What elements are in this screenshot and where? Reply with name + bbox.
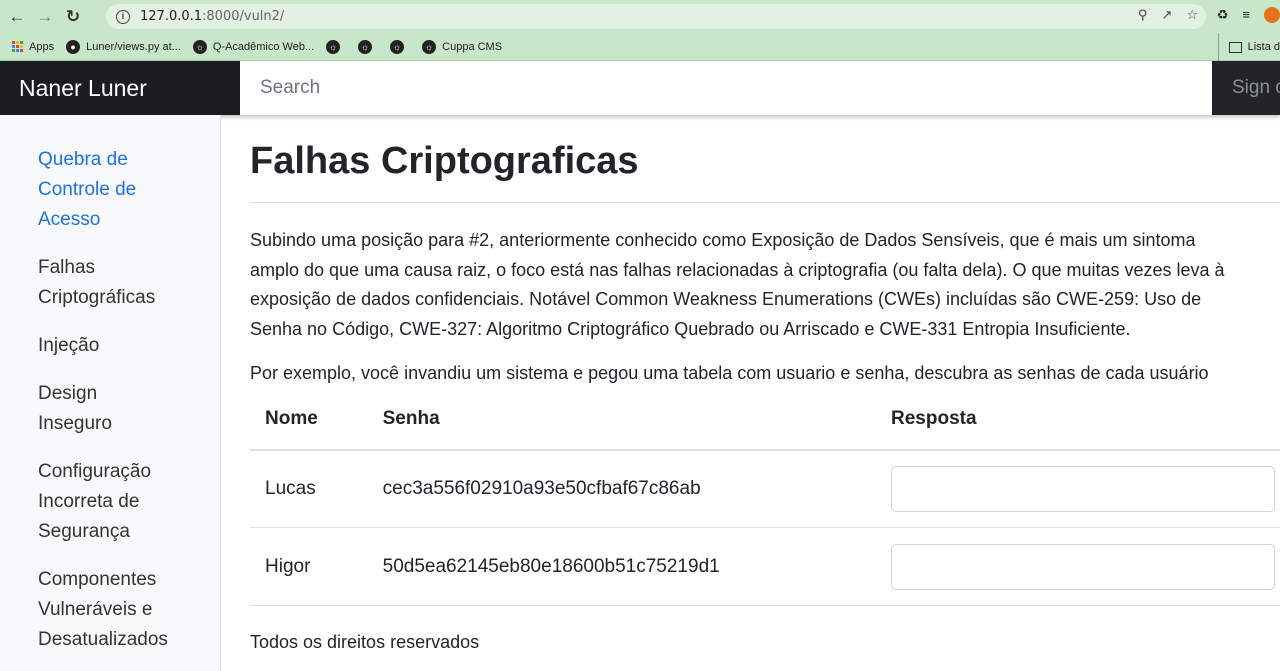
browser-toolbar: ← → ↻ i 127.0.0.1:8000/vuln2/ ⚲ ↗ ☆ ♻ ≡ [0,0,1280,33]
globe-icon: ☼ [422,39,437,54]
profile-avatar[interactable] [1264,7,1280,23]
bookmark-apps[interactable]: Apps [12,41,54,53]
cell-senha-hash: 50d5ea62145eb80e18600b51c75219d1 [367,527,876,606]
star-icon[interactable]: ☆ [1186,7,1198,23]
apps-grid-icon [12,41,23,52]
bookmarks-bar: Apps ● Luner/views.py at... ☼ Q-Acadêmic… [0,33,1280,61]
credentials-table: Nome Senha Resposta Lucas cec3a556f02910… [250,388,1280,606]
globe-icon: ☼ [358,39,373,54]
page-title: Falhas Criptograficas [250,140,639,182]
column-header-nome: Nome [250,388,368,451]
table-row: Lucas cec3a556f02910a93e50cfbaf67c86ab [250,449,1280,528]
reading-list[interactable]: Lista d [1217,33,1280,61]
main-content: Falhas Criptograficas Subindo uma posiçã… [250,115,1280,671]
sidebar-item-componentes-vulneraveis[interactable]: Componentes Vulneráveis e Desatualizados [0,565,220,655]
globe-icon: ☼ [390,39,405,54]
answer-input-higor[interactable] [891,543,1275,590]
search-input[interactable] [240,61,1212,115]
table-row: Higor 50d5ea62145eb80e18600b51c75219d1 [250,527,1280,606]
media-icon[interactable]: ≡ [1242,7,1250,23]
bookmark-cuppa-cms[interactable]: ☼ Cuppa CMS [422,39,502,54]
column-header-senha: Senha [367,388,876,451]
cell-resposta [876,449,1280,528]
description-paragraph: Subindo uma posição para #2, anteriormen… [250,230,1225,339]
back-icon[interactable]: ← [6,6,28,28]
sidebar-item-quebra-controle-acesso[interactable]: Quebra de Controle de Acesso [0,145,220,235]
reload-icon[interactable]: ↻ [62,6,84,28]
cell-nome: Lucas [250,449,368,528]
title-divider [250,202,1280,203]
example-text: Por exemplo, você invandiu um sistema e … [250,363,1209,383]
brand-logo[interactable]: Naner Luner [0,61,240,115]
url-text[interactable]: 127.0.0.1:8000/vuln2/ [140,9,284,24]
github-icon: ● [66,39,81,54]
globe-icon: ☼ [192,39,207,54]
signout-link[interactable]: Sign out [1232,61,1280,115]
reading-list-icon [1228,41,1242,53]
sidebar-item-design-inseguro[interactable]: Design Inseguro [0,379,220,439]
sidebar-item-falhas-criptograficas[interactable]: Falhas Criptográficas [0,253,220,313]
zoom-icon[interactable]: ⚲ [1138,7,1148,23]
column-header-resposta: Resposta [876,388,1280,451]
answer-input-lucas[interactable] [891,465,1275,512]
globe-icon: ☼ [326,39,341,54]
cell-nome: Higor [250,527,368,606]
bookmark-globe-3[interactable]: ☼ [390,39,410,54]
bookmark-github[interactable]: ● Luner/views.py at... [66,39,181,54]
sidebar-item-configuracao-incorreta[interactable]: Configuração Incorreta de Segurança [0,457,220,547]
bookmark-globe-1[interactable]: ☼ [326,39,346,54]
bookmark-globe-2[interactable]: ☼ [358,39,378,54]
footer-text: Todos os direitos reservados [250,632,480,652]
sidebar: Quebra de Controle de Acesso Falhas Crip… [0,115,221,671]
extensions-icon[interactable]: ♻ [1217,7,1229,23]
top-navbar: Naner Luner Sign out [0,61,1280,115]
address-bar[interactable]: i 127.0.0.1:8000/vuln2/ ⚲ ↗ ☆ [106,4,1206,29]
cell-senha-hash: cec3a556f02910a93e50cfbaf67c86ab [367,449,876,528]
table-header-row: Nome Senha Resposta [250,388,1280,451]
site-info-icon[interactable]: i [116,9,130,24]
forward-icon[interactable]: → [34,6,56,28]
sidebar-item-injecao[interactable]: Injeção [0,331,220,361]
cell-resposta [876,527,1280,606]
bookmark-qacademico[interactable]: ☼ Q-Acadêmico Web... [192,39,314,54]
share-icon[interactable]: ↗ [1161,7,1172,23]
